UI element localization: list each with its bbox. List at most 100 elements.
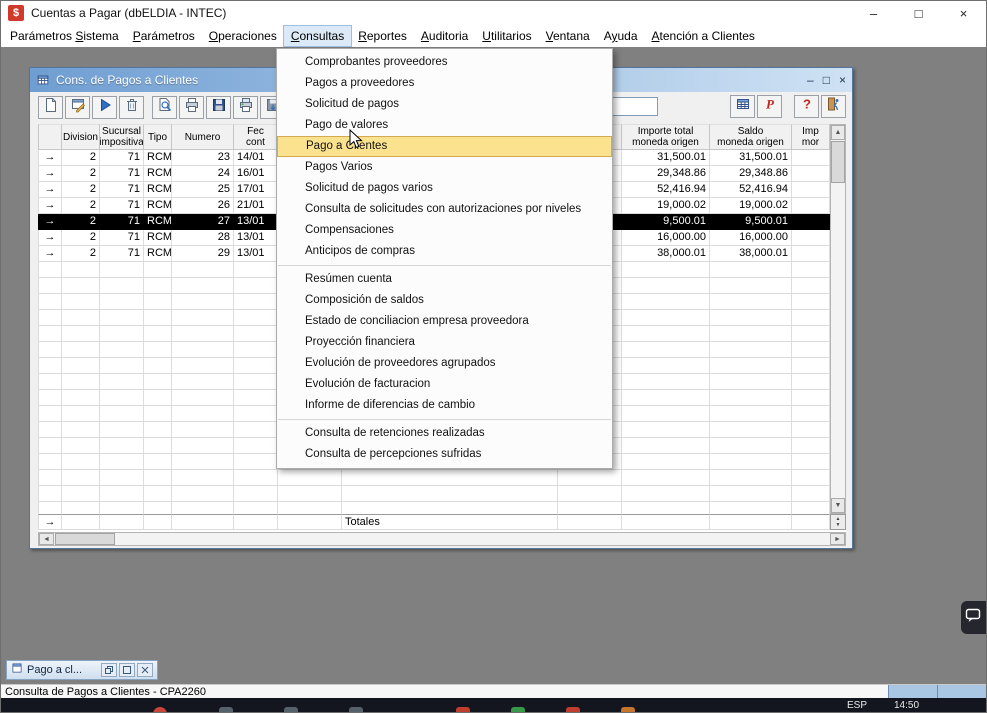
- cell-division[interactable]: [62, 262, 100, 278]
- cell-indicator[interactable]: [38, 406, 62, 422]
- menu-item-compensaciones[interactable]: Compensaciones: [277, 220, 612, 241]
- menubar-item-reportes[interactable]: Reportes: [351, 26, 414, 46]
- cell-saldo[interactable]: [710, 406, 792, 422]
- cell-importe[interactable]: [622, 502, 710, 514]
- cell-h1[interactable]: [278, 486, 342, 502]
- cell-numero[interactable]: 27: [172, 214, 234, 230]
- chat-bubble-overlay[interactable]: [961, 601, 986, 634]
- menubar-item-ayuda[interactable]: Ayuda: [597, 26, 645, 46]
- cell-fecha[interactable]: [234, 454, 278, 470]
- cell-numero[interactable]: 28: [172, 230, 234, 246]
- cell-h2[interactable]: [342, 486, 558, 502]
- cell-sucursal[interactable]: 71: [100, 214, 144, 230]
- cell-tipo[interactable]: RCM: [144, 166, 172, 182]
- new-button[interactable]: [38, 96, 63, 119]
- cell-sucursal[interactable]: [100, 262, 144, 278]
- cell-indicator[interactable]: →: [38, 166, 62, 182]
- grid-row[interactable]: [38, 502, 830, 514]
- cell-tipo[interactable]: [144, 310, 172, 326]
- cell-imp[interactable]: [792, 278, 830, 294]
- mini-restore-button[interactable]: [101, 663, 117, 677]
- open-button[interactable]: [65, 96, 90, 119]
- cell-fecha[interactable]: [234, 514, 278, 530]
- cell-saldo[interactable]: [710, 514, 792, 530]
- save-button[interactable]: [206, 96, 231, 119]
- child-close-button[interactable]: ×: [839, 74, 846, 86]
- cell-importe[interactable]: [622, 406, 710, 422]
- cell-imp[interactable]: [792, 326, 830, 342]
- cell-numero[interactable]: [172, 326, 234, 342]
- column-header-numero[interactable]: Numero: [172, 124, 234, 150]
- cell-importe[interactable]: 38,000.01: [622, 246, 710, 262]
- cell-tipo[interactable]: [144, 374, 172, 390]
- horizontal-scrollbar[interactable]: ◄ ►: [38, 532, 846, 546]
- cell-numero[interactable]: [172, 358, 234, 374]
- cell-sucursal[interactable]: [100, 502, 144, 514]
- cell-imp[interactable]: [792, 502, 830, 514]
- taskbar-icon[interactable]: [349, 707, 363, 713]
- run-button[interactable]: [92, 96, 117, 119]
- cell-numero[interactable]: 25: [172, 182, 234, 198]
- menu-item-consulta-de-percepciones-sufridas[interactable]: Consulta de percepciones sufridas: [277, 444, 612, 465]
- column-header-imp[interactable]: Imp mor: [792, 124, 830, 150]
- cell-sucursal[interactable]: [100, 422, 144, 438]
- cell-importe[interactable]: 29,348.86: [622, 166, 710, 182]
- cell-tipo[interactable]: [144, 422, 172, 438]
- cell-imp[interactable]: [792, 358, 830, 374]
- column-header-division[interactable]: Division: [62, 124, 100, 150]
- cell-indicator[interactable]: →: [38, 182, 62, 198]
- cell-tipo[interactable]: [144, 390, 172, 406]
- taskbar-icon[interactable]: [566, 707, 580, 713]
- cell-indicator[interactable]: →: [38, 230, 62, 246]
- cell-division[interactable]: [62, 326, 100, 342]
- cell-importe[interactable]: [622, 326, 710, 342]
- cell-division[interactable]: [62, 470, 100, 486]
- column-header-fecha[interactable]: Fec cont: [234, 124, 278, 150]
- cell-tipo[interactable]: [144, 438, 172, 454]
- cell-fecha[interactable]: 17/01: [234, 182, 278, 198]
- cell-tipo[interactable]: [144, 278, 172, 294]
- taskbar-icon[interactable]: [621, 707, 635, 713]
- cell-fecha[interactable]: [234, 390, 278, 406]
- cell-numero[interactable]: [172, 342, 234, 358]
- cell-numero[interactable]: [172, 502, 234, 514]
- cell-sucursal[interactable]: [100, 326, 144, 342]
- cell-tipo[interactable]: [144, 294, 172, 310]
- cell-importe[interactable]: 52,416.94: [622, 182, 710, 198]
- cell-imp[interactable]: [792, 150, 830, 166]
- cell-division[interactable]: [62, 502, 100, 514]
- cell-fecha[interactable]: 14/01: [234, 150, 278, 166]
- cell-tipo[interactable]: [144, 326, 172, 342]
- cell-indicator[interactable]: [38, 390, 62, 406]
- cell-saldo[interactable]: 16,000.00: [710, 230, 792, 246]
- cell-tipo[interactable]: RCM: [144, 150, 172, 166]
- table-button[interactable]: [730, 95, 755, 118]
- cell-division[interactable]: [62, 294, 100, 310]
- cell-division[interactable]: 2: [62, 214, 100, 230]
- close-button[interactable]: ×: [941, 1, 986, 25]
- cell-fecha[interactable]: [234, 342, 278, 358]
- cell-indicator[interactable]: [38, 294, 62, 310]
- cell-saldo[interactable]: [710, 374, 792, 390]
- menubar-item-auditoria[interactable]: Auditoria: [414, 26, 475, 46]
- menubar-item-par-metros-sistema[interactable]: Parámetros Sistema: [3, 26, 126, 46]
- cell-division[interactable]: [62, 422, 100, 438]
- cell-tipo[interactable]: [144, 406, 172, 422]
- preview-button[interactable]: [152, 96, 177, 119]
- cell-sucursal[interactable]: [100, 454, 144, 470]
- cell-indicator[interactable]: →: [38, 246, 62, 262]
- cell-imp[interactable]: [792, 230, 830, 246]
- vertical-scrollbar[interactable]: ▲ ▼: [830, 124, 846, 514]
- cell-imp[interactable]: [792, 390, 830, 406]
- spinner-down-icon[interactable]: ▼: [836, 522, 841, 528]
- cell-h3[interactable]: [558, 470, 622, 486]
- record-spinner[interactable]: ▲ ▼: [830, 514, 846, 530]
- cell-numero[interactable]: 26: [172, 198, 234, 214]
- cell-numero[interactable]: [172, 294, 234, 310]
- cell-indicator[interactable]: [38, 342, 62, 358]
- cell-fecha[interactable]: [234, 294, 278, 310]
- cell-numero[interactable]: [172, 374, 234, 390]
- cell-sucursal[interactable]: 71: [100, 198, 144, 214]
- menu-item-evoluci-n-de-facturacion[interactable]: Evolución de facturacion: [277, 374, 612, 395]
- cell-sucursal[interactable]: 71: [100, 166, 144, 182]
